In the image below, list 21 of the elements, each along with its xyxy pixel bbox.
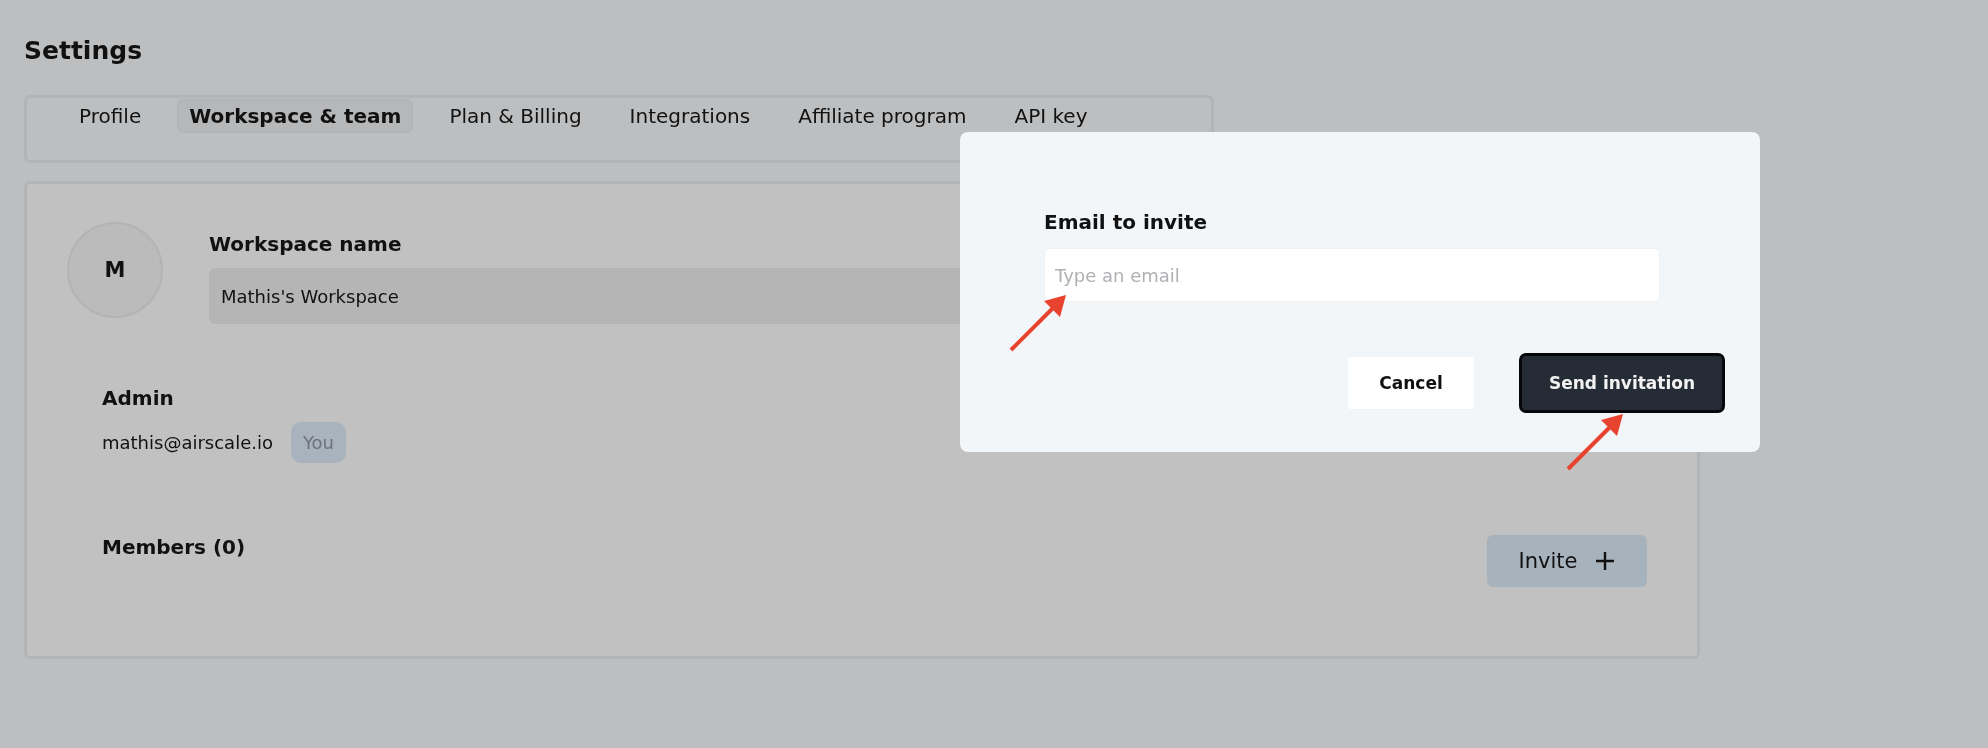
send-invitation-button[interactable]: Send invitation [1519, 353, 1725, 413]
arrow-icon [1565, 412, 1625, 472]
field-label: Email to invite [1044, 210, 1208, 234]
section-heading: Admin [102, 386, 174, 410]
you-badge: You [290, 422, 346, 463]
tab[interactable]: Profile [67, 99, 154, 133]
cancel-button[interactable]: Cancel [1347, 356, 1475, 410]
section-heading: Members (0) [102, 535, 246, 559]
tab[interactable]: Affiliate program [786, 99, 979, 133]
field-label: Workspace name [209, 232, 402, 256]
email-field[interactable]: Type an email [1044, 248, 1660, 302]
tab[interactable]: Plan & Billing [437, 99, 594, 133]
admin-email: mathis@airscale.io [102, 432, 273, 453]
tab[interactable]: Integrations [617, 99, 763, 133]
page-title: Settings [24, 36, 143, 65]
invite-button[interactable]: Invite [1487, 535, 1647, 587]
tab[interactable]: Workspace & team [177, 99, 414, 133]
tab[interactable]: API key [1002, 99, 1100, 133]
avatar: M [67, 222, 163, 318]
plus-icon [1595, 551, 1616, 571]
arrow-icon [1008, 293, 1068, 353]
